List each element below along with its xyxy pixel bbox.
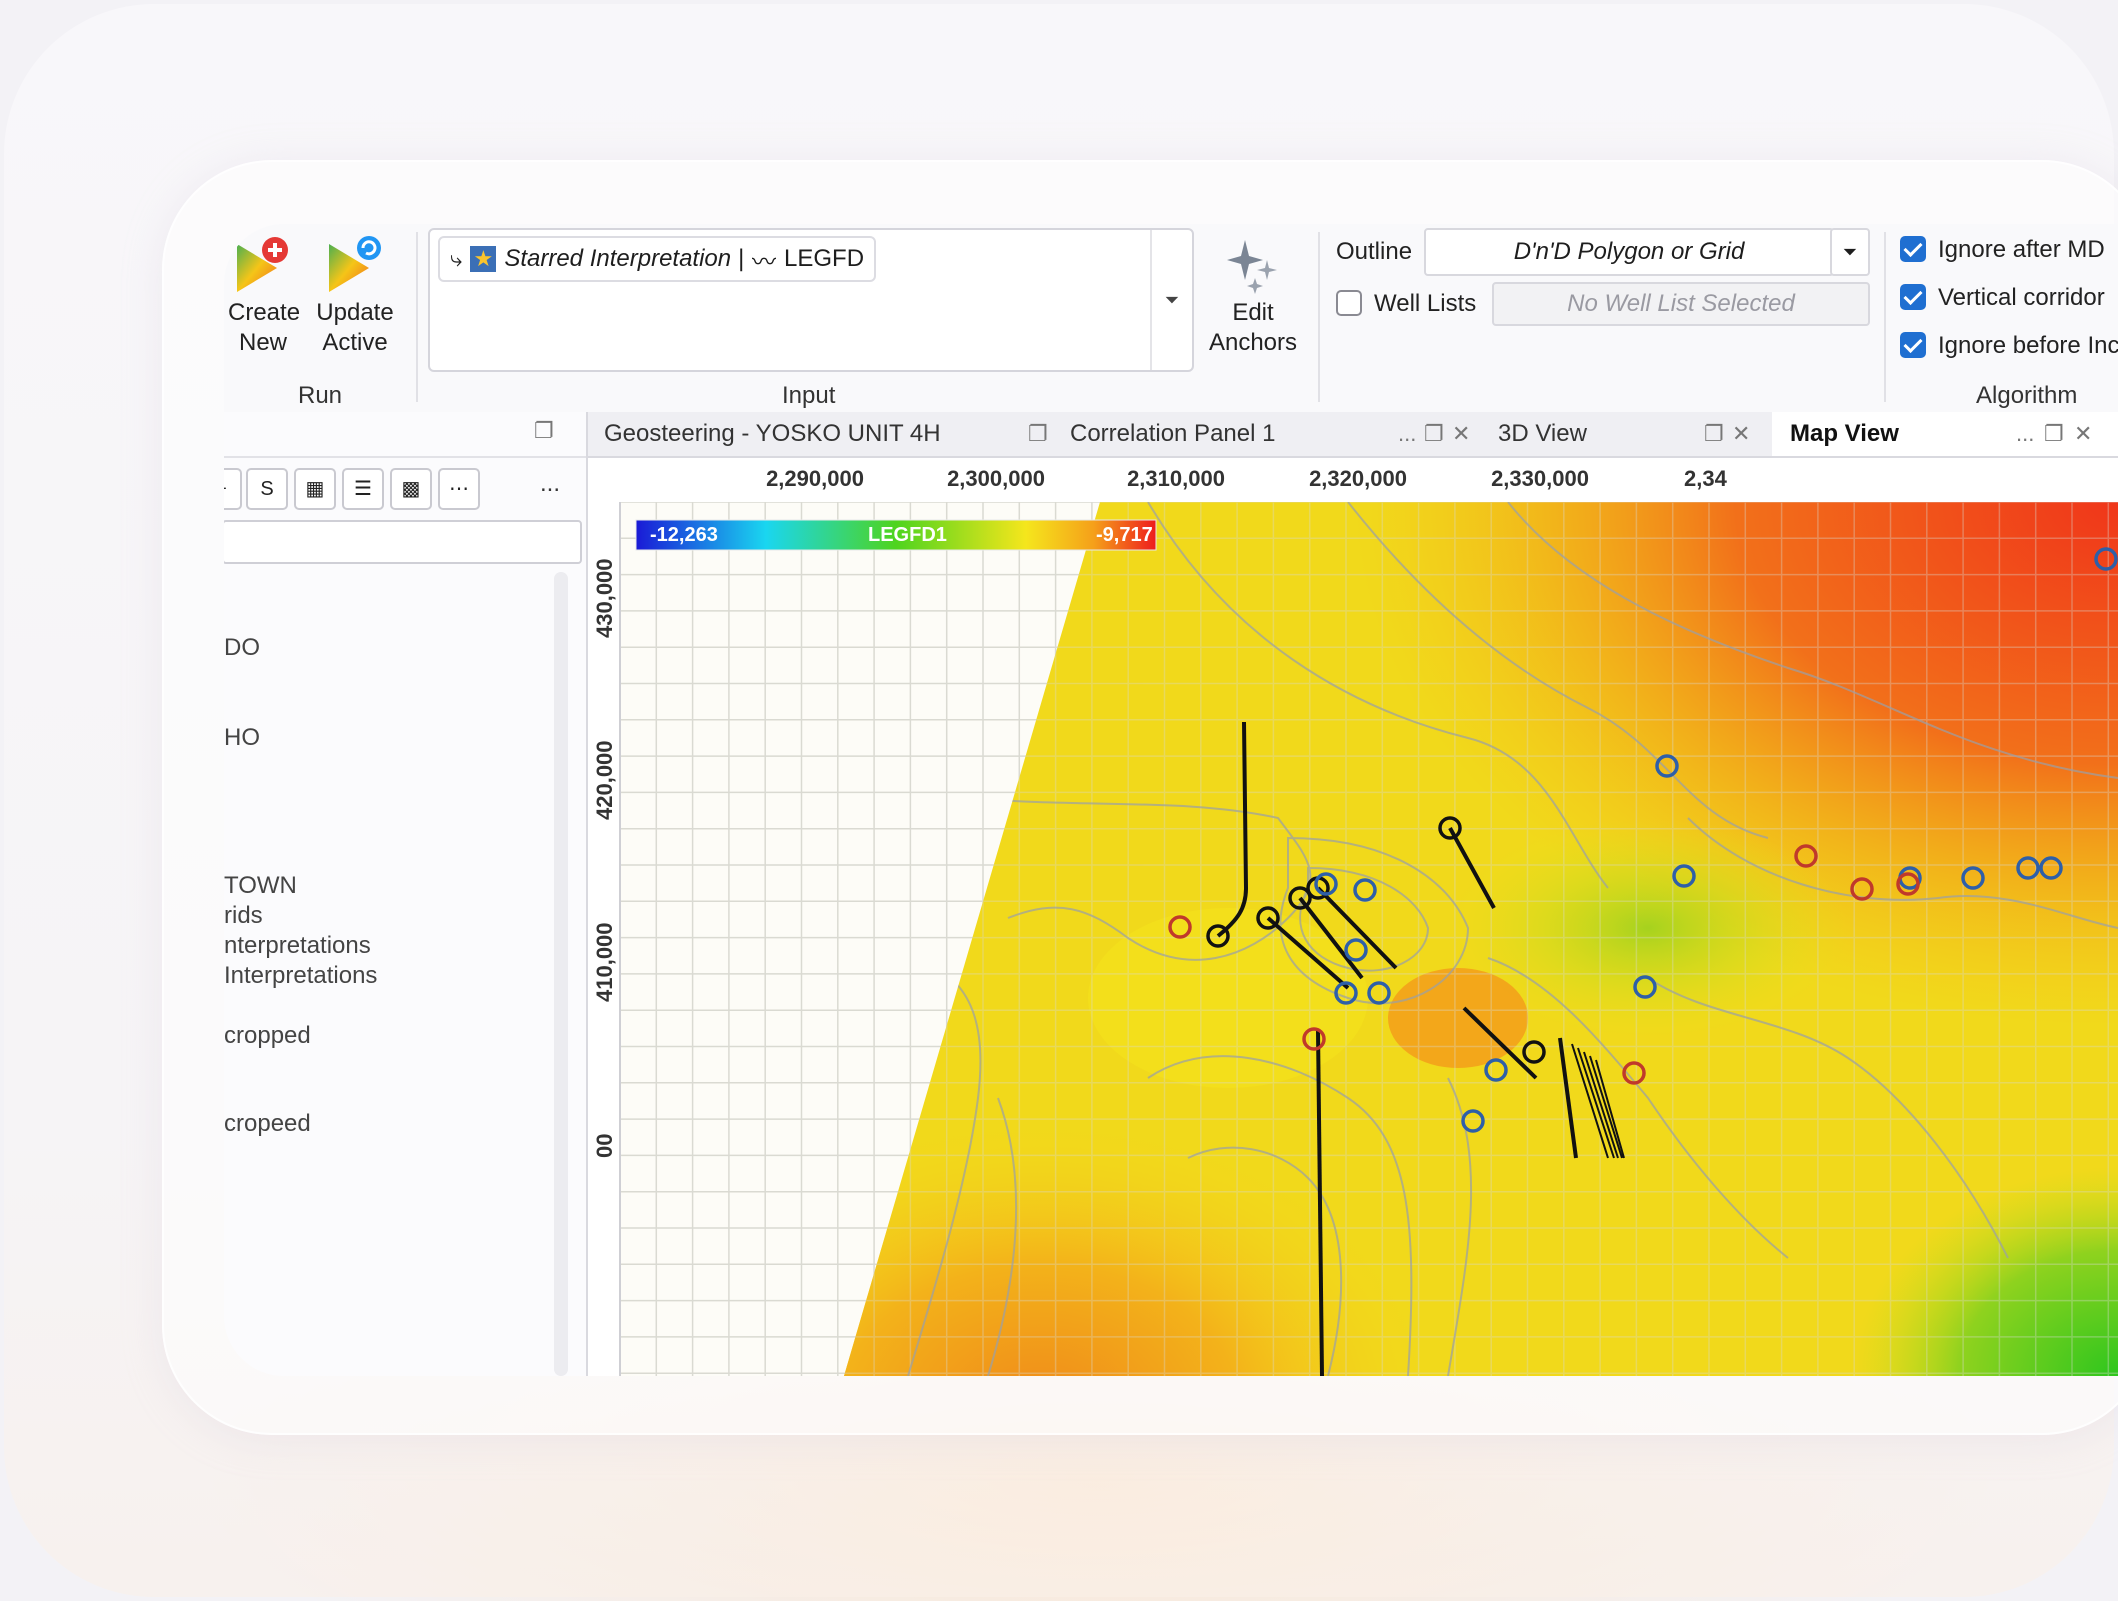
vertical-corridor-label: Vertical corridor [1938, 284, 2105, 311]
close-icon[interactable]: ✕ [1452, 412, 1470, 456]
tab-3d-view[interactable]: 3D View [1498, 412, 1587, 456]
restore-window-icon[interactable]: ❐ [1704, 412, 1724, 456]
outline-dropdown-button[interactable]: ⏷ [1830, 228, 1870, 276]
x-tick: 2,290,000 [766, 466, 864, 491]
tab-correlation-panel[interactable]: Correlation Panel 1 [1070, 412, 1275, 456]
chip-text: Starred Interpretation | [504, 245, 745, 272]
create-new-button[interactable]: Create New [228, 234, 301, 358]
application-window: Create New Update Active Run ⤷ ★ Starred… [224, 224, 2118, 1376]
input-group-label: Input [782, 382, 836, 409]
close-icon[interactable]: ✕ [2074, 412, 2092, 456]
tab-label: Geosteering - YOSKO UNIT 4H [604, 420, 941, 447]
tree-item[interactable]: HO [224, 724, 260, 752]
ignore-after-md-label: Ignore after MD [1938, 236, 2105, 263]
y-tick: 410,000 [592, 922, 617, 1002]
tab-more-icon[interactable]: ... [1398, 412, 1416, 456]
edit-anchors-button[interactable]: Edit Anchors [1202, 234, 1304, 358]
trajectory-icon: ⤷ [450, 246, 463, 271]
document-tabs: Geosteering - YOSKO UNIT 4H ❐ Correlatio… [588, 412, 2118, 458]
chip-log-name: LEGFD [784, 245, 865, 272]
create-new-label-2: New [238, 329, 287, 356]
y-tick: 420,000 [592, 740, 617, 820]
more-tools-button[interactable]: ... [540, 470, 560, 498]
star-icon: ★ [470, 246, 497, 272]
checker-tool-icon[interactable]: ▩ [390, 468, 432, 510]
separator [1318, 232, 1320, 402]
tab-more-icon[interactable]: ... [2016, 412, 2034, 456]
tree-item[interactable]: Interpretations [224, 962, 377, 990]
x-tick: 2,330,000 [1491, 466, 1589, 491]
tool-button[interactable]: ⌐ [224, 468, 242, 510]
colorbar-max: -9,717 [1096, 524, 1153, 546]
tab-label: Map View [1790, 420, 1899, 447]
x-tick: 2,34 [1684, 466, 1727, 491]
well-lists-checkbox[interactable] [1336, 290, 1362, 316]
log-curve-icon: 〰 [752, 248, 777, 276]
restore-window-icon[interactable]: ❐ [2044, 412, 2064, 456]
left-panel: ❐ ⌐ S ▦ ☰ ▩ ⋯ ... DO HO TOWNridsnterpretat… [224, 412, 588, 1376]
input-selector[interactable]: ⤷ ★ Starred Interpretation | 〰 LEGFD ⏷ [428, 228, 1194, 372]
separator [1884, 232, 1886, 402]
ignore-before-incl-label: Ignore before Incl. [1938, 332, 2118, 359]
edit-anchors-label-1: Edit [1232, 299, 1274, 326]
tab-map-view[interactable]: Map View [1772, 412, 2118, 456]
y-tick: 430,000 [592, 558, 617, 638]
tab-label: Correlation Panel 1 [1070, 420, 1276, 447]
ignore-after-md-checkbox[interactable] [1900, 236, 1926, 262]
curve-tool-icon[interactable]: S [246, 468, 288, 510]
dropdown-arrow-icon: ⏷ [1842, 242, 1858, 262]
line-tool-icon[interactable]: ⋯ [438, 468, 480, 510]
outline-label: Outline [1336, 238, 1413, 265]
x-tick: 2,310,000 [1127, 466, 1225, 491]
tab-geosteering[interactable]: Geosteering - YOSKO UNIT 4H [604, 412, 1044, 456]
colorbar-min: -12,263 [650, 524, 718, 546]
map-canvas[interactable] [588, 458, 2118, 1376]
tree-item[interactable]: nterpretations [224, 932, 371, 960]
colorbar-label: LEGFD1 [868, 524, 947, 546]
tree-item[interactable]: cropeed [224, 1110, 311, 1138]
tree-item[interactable]: TOWN [224, 872, 297, 900]
ribbon: Create New Update Active Run ⤷ ★ Starred… [224, 224, 2118, 414]
grid-tool-icon[interactable]: ▦ [294, 468, 336, 510]
well-list-select[interactable]: No Well List Selected [1492, 282, 1870, 326]
dropdown-arrow-icon: ⏷ [1164, 289, 1180, 310]
tree-item[interactable]: rids [224, 902, 263, 930]
tree-item[interactable]: DO [224, 634, 260, 662]
update-active-button[interactable]: Update Active [310, 234, 400, 358]
x-axis-coordinates: 2,290,000 2,300,000 2,310,000 2,320,000 … [588, 458, 2118, 502]
layers-tool-icon[interactable]: ☰ [342, 468, 384, 510]
create-new-label-1: Create [228, 299, 301, 326]
run-group-label: Run [298, 382, 343, 409]
y-tick: 00 [592, 1133, 617, 1158]
x-tick: 2,300,000 [947, 466, 1045, 491]
vertical-scrollbar[interactable] [554, 572, 568, 1376]
algorithm-group-label: Algorithm [1976, 382, 2078, 409]
create-new-icon [237, 237, 288, 292]
left-panel-header: ❐ [224, 412, 586, 458]
outline-field[interactable]: D'n'D Polygon or Grid [1424, 228, 1834, 276]
input-dropdown-button[interactable]: ⏷ [1150, 230, 1192, 370]
edit-anchors-label-2: Anchors [1208, 329, 1298, 356]
restore-window-icon[interactable]: ❐ [534, 418, 554, 444]
update-active-label-2: Active [322, 329, 388, 356]
ignore-before-incl-checkbox[interactable] [1900, 332, 1926, 358]
tree-filter-input[interactable] [224, 520, 582, 564]
x-tick: 2,320,000 [1309, 466, 1407, 491]
restore-window-icon[interactable]: ❐ [1028, 412, 1048, 456]
sparkle-icon [1227, 240, 1277, 294]
update-active-label-1: Update [316, 299, 394, 326]
tree-item[interactable]: cropped [224, 1022, 311, 1050]
map-view[interactable]: 2,290,000 2,300,000 2,310,000 2,320,000 … [588, 458, 2118, 1376]
starred-interpretation-chip[interactable]: ⤷ ★ Starred Interpretation | 〰 LEGFD [438, 236, 877, 282]
well-lists-label: Well Lists [1374, 290, 1477, 317]
vertical-corridor-checkbox[interactable] [1900, 284, 1926, 310]
separator [416, 232, 418, 402]
close-icon[interactable]: ✕ [1732, 412, 1750, 456]
restore-window-icon[interactable]: ❐ [1424, 412, 1444, 456]
tab-label: 3D View [1498, 420, 1587, 447]
update-active-icon [329, 236, 381, 292]
